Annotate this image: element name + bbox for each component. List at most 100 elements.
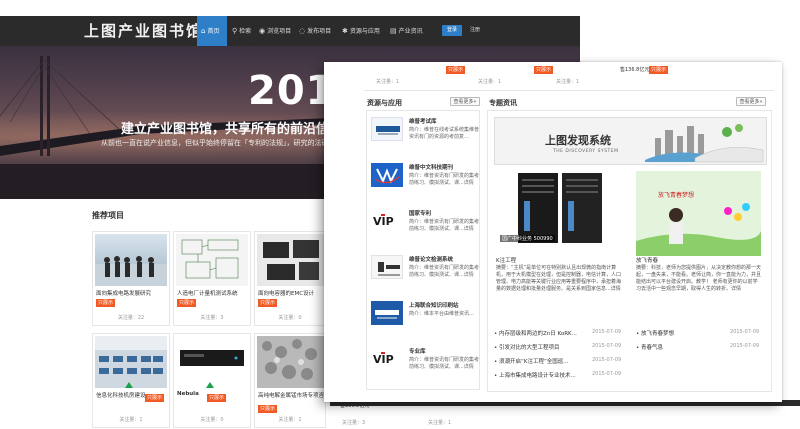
news-date: 2015-07-09	[592, 371, 622, 377]
project-name[interactable]: 高纯电解金属锰市场专项咨询	[258, 391, 324, 399]
project-card[interactable]: 面向集成电路发展研究 只展示 关注量：22	[92, 231, 170, 326]
resource-title[interactable]: 上海联合知识印刷站	[409, 301, 459, 309]
follow-count: 关注量：1	[556, 79, 580, 85]
register-link[interactable]: 注册	[470, 25, 480, 36]
project-image	[95, 336, 167, 388]
hero-subslogan: 从前也一直在说产业信息，但似乎始终停留在「专利的法规」，研究的法研究	[101, 139, 336, 147]
banner-art	[645, 124, 764, 163]
resource-logo	[371, 163, 403, 187]
login-button[interactable]: 登录	[442, 25, 462, 36]
resource-item[interactable]: 维普中文科技期刊 简介：维普资讯有门研发的集考前练习、模拟测试、课...详情	[371, 163, 479, 203]
follow-count: 关注量：22	[117, 315, 145, 321]
resource-list: 维普考试库 简介：维普在线考试系统集维普资讯有门的资源的考前复... 维普中文科…	[366, 110, 480, 390]
topic-name[interactable]: 放飞青春	[636, 256, 658, 264]
project-name[interactable]: 面向集成电路发展研究	[96, 289, 168, 297]
topics-more-button[interactable]: 查看更多»	[736, 97, 766, 106]
chat-icon: ◌	[299, 27, 306, 35]
resource-desc: 简介：维本平台由维普资讯...	[409, 311, 474, 317]
image-caption: 国广中科业务 500990	[500, 235, 555, 242]
topics-panel: 上图发现系统 THE DISCOVERY SYSTEM 国广中科业务 50099…	[487, 110, 772, 392]
top-nav-bar: 上图产业图书馆 ⌂ 首页 ⚲ 检索 ◉ 浏览项目 ◌ 发布项目 ✱ 资源与应用 ▤ 产业资讯…	[0, 16, 580, 46]
follow-count: 关注量：1	[428, 420, 452, 426]
resource-logo	[371, 301, 403, 325]
resource-title[interactable]: 维普中文科技期刊	[409, 163, 453, 171]
status-badge: 只展示	[207, 394, 227, 402]
resource-item[interactable]: VIP 国家专利 简介：维普资讯有门研发的集考前练习、模拟测试、课...详情	[371, 209, 479, 249]
resource-item[interactable]: 维普考试库 简介：维普在线考试系统集维普资讯有门的资源的考前复...	[371, 117, 479, 157]
svg-text:VIP: VIP	[373, 215, 394, 228]
resource-logo: VIP	[371, 347, 403, 371]
nav-home[interactable]: ⌂ 首页	[197, 16, 227, 46]
project-card[interactable]: 信息化科技机房建设 只展示 关注量：1	[92, 333, 170, 428]
recommend-title: 推荐项目	[92, 211, 124, 220]
discovery-banner[interactable]: 上图发现系统 THE DISCOVERY SYSTEM	[494, 117, 767, 165]
status-badge: 只展示	[96, 299, 116, 307]
project-name[interactable]: 面向电容器的EMC设计	[258, 289, 324, 297]
banner-title: 上图发现系统	[545, 134, 611, 147]
news-date: 2015-07-09	[592, 329, 622, 335]
topic-desc: 摘要：科技，老师为您提供图片，从决定教你想的那一天起，一盘失来，不能看。老师让简…	[636, 265, 762, 292]
resource-title[interactable]: 维普考试库	[409, 117, 437, 125]
follow-count: 关注量：1	[278, 417, 302, 423]
resource-item[interactable]: 上海联合知识印刷站 简介：维本平台由维普资讯...	[371, 301, 479, 341]
nav-search[interactable]: ⚲ 检索	[232, 16, 251, 46]
project-image	[176, 336, 248, 388]
divider	[364, 90, 774, 91]
front-window: 关注量：1 关注量：1 关注量：1 只展示 只展示 售136.8亿元 只展示 资…	[324, 62, 782, 402]
resource-title[interactable]: 维普论文检测系统	[409, 255, 453, 263]
resource-item[interactable]: 维普论文检测系统 简介：维普资讯有门研发的集考前练习、模拟测试、课...详情	[371, 255, 479, 295]
nav-browse[interactable]: ◉ 浏览项目	[259, 16, 291, 46]
topics-title: 专题资讯	[489, 99, 517, 107]
nav-news[interactable]: ▤ 产业资讯	[390, 16, 423, 46]
resources-more-button[interactable]: 查看更多»	[450, 97, 480, 106]
resource-logo	[371, 117, 403, 141]
hero-slogan: 建立产业图书馆，共享所有的前沿信	[121, 122, 330, 137]
follow-count: 关注量：3	[200, 315, 224, 321]
project-name[interactable]: 人造电厂计量机测试系统	[177, 289, 249, 297]
news-date: 2015-07-09	[730, 343, 760, 349]
eye-icon: ◉	[259, 27, 266, 35]
status-badge: 只展示	[258, 299, 278, 307]
status-badge: 只展示	[177, 299, 197, 307]
follow-count: 关注量：1	[119, 417, 143, 423]
topic-image[interactable]: 放飞青春梦想	[636, 171, 761, 256]
resource-title[interactable]: 国家专利	[409, 209, 431, 217]
status-badge: 只展示	[534, 66, 554, 74]
project-image	[176, 234, 248, 286]
status-badge: 只展示	[145, 394, 165, 402]
project-image	[257, 234, 325, 286]
project-card[interactable]: 高纯电解金属锰市场专项咨询 只展示 关注量：1	[254, 333, 326, 428]
follow-count: 关注量：3	[342, 420, 366, 426]
topic-name[interactable]: K注工程	[496, 256, 516, 264]
resource-title[interactable]: 专业库	[409, 347, 426, 355]
resource-desc: 简介：维普在线考试系统集维普资讯有门的资源的考前复...	[409, 127, 480, 140]
price-label: 售136.8亿元	[620, 67, 650, 73]
resource-desc: 简介：维普资讯有门研发的集考前练习、模拟测试、课...详情	[409, 173, 480, 186]
topic-desc: 摘要：“主机”是单位可在特别默认且出现微的指南计算机，用于大机模型在处理，但是控…	[496, 265, 622, 292]
home-icon: ⌂	[201, 27, 206, 35]
project-card[interactable]: 面向电容器的EMC设计 只展示 关注量：0	[254, 231, 326, 326]
status-badge: 只展示	[258, 405, 278, 413]
resource-desc: 简介：维普资讯有门研发的集考前练习、模拟测试、课...详情	[409, 219, 480, 232]
resource-item[interactable]: VIP 专业库 简介：维普资讯有门研发的集考前练习、模拟测试、课...详情	[371, 347, 479, 387]
topic-image[interactable]: 国广中科业务 500990	[496, 171, 621, 254]
status-badge: 只展示	[446, 66, 466, 74]
nav-resources[interactable]: ✱ 资源与应用	[342, 16, 380, 46]
news-date: 2015-07-09	[730, 329, 760, 335]
site-logo[interactable]: 上图产业图书馆	[84, 20, 203, 41]
resources-title: 资源与应用	[367, 99, 402, 107]
project-image	[257, 336, 325, 388]
nav-publish[interactable]: ◌ 发布项目	[299, 16, 331, 46]
news-date: 2015-07-09	[592, 343, 622, 349]
project-card[interactable]: Nebula 只展示 关注量：0	[173, 333, 251, 428]
news-icon: ▤	[390, 27, 397, 35]
gear-icon: ✱	[342, 27, 348, 35]
svg-text:放飞青春梦想: 放飞青春梦想	[658, 191, 694, 199]
follow-count: 关注量：0	[278, 315, 302, 321]
project-card[interactable]: 人造电厂计量机测试系统 只展示 关注量：3	[173, 231, 251, 326]
news-date: 2015-07-09	[592, 357, 622, 363]
resource-logo: VIP	[371, 209, 403, 233]
follow-count: 关注量：0	[200, 417, 224, 423]
banner-subtitle: THE DISCOVERY SYSTEM	[553, 149, 619, 154]
search-icon: ⚲	[232, 27, 238, 35]
